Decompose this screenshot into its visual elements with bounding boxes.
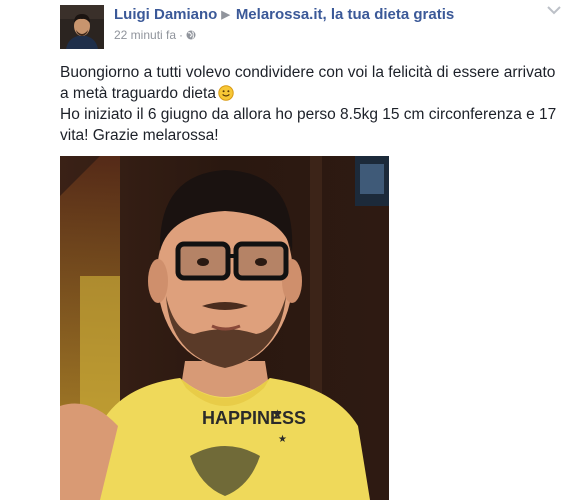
avatar[interactable] <box>60 5 104 49</box>
smiley-icon <box>218 85 234 101</box>
chevron-down-icon[interactable] <box>546 3 562 15</box>
post-text-line: Buongiorno a tutti volevo condividere co… <box>60 62 560 104</box>
author-link[interactable]: Luigi Damiano <box>114 6 217 23</box>
svg-text:★: ★ <box>272 407 283 421</box>
post-text-line2: Ho iniziato il 6 giugno da allora ho per… <box>60 106 557 144</box>
meta-separator: · <box>179 28 184 42</box>
post-text: Buongiorno a tutti volevo condividere co… <box>60 62 560 146</box>
post-header: Luigi Damiano ▶ Melarossa.it, la tua dieta… <box>114 6 540 43</box>
post-meta: 22 minuti fa · <box>114 28 540 43</box>
timestamp-link[interactable]: 22 minuti fa <box>114 28 176 42</box>
header-line: Luigi Damiano ▶ Melarossa.it, la tua dieta… <box>114 6 540 24</box>
post-text-part1: Buongiorno a tutti volevo condividere co… <box>60 64 556 102</box>
post-card: Luigi Damiano ▶ Melarossa.it, la tua dieta… <box>0 0 570 500</box>
post-photo[interactable]: HAPPINESS ★ ★ <box>60 156 389 500</box>
selfie-image: HAPPINESS ★ ★ <box>60 156 389 500</box>
arrow-right-icon: ▶ <box>221 9 230 21</box>
svg-text:★: ★ <box>278 434 287 445</box>
target-page-link[interactable]: Melarossa.it, la tua dieta gratis <box>236 6 454 23</box>
avatar-image <box>60 5 104 49</box>
globe-icon[interactable] <box>186 29 196 40</box>
shirt-print-text: HAPPINESS <box>202 408 306 428</box>
